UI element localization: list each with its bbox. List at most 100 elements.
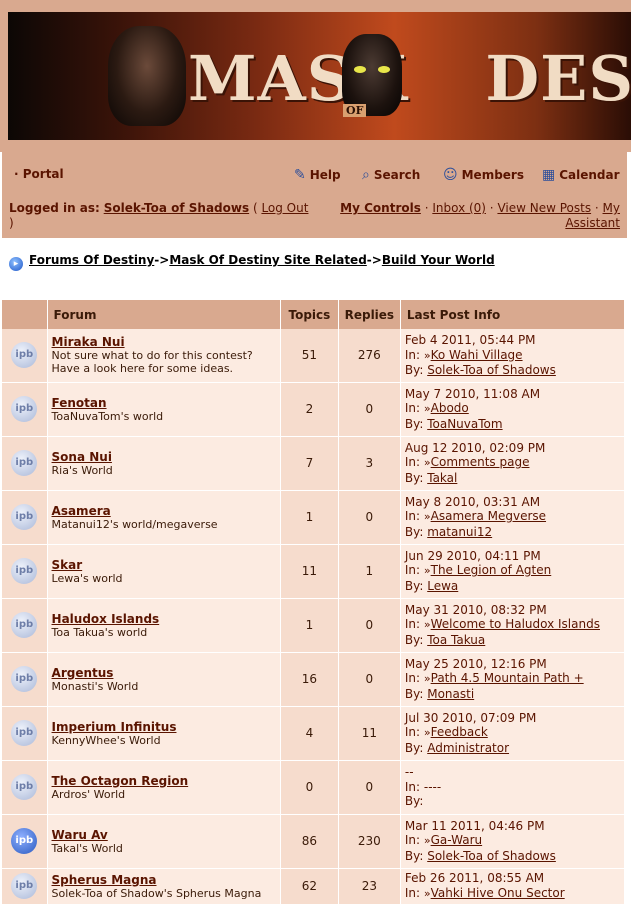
members-link[interactable]: ☺ Members <box>443 167 524 183</box>
last-post-author-link[interactable]: Toa Takua <box>427 633 485 647</box>
forum-new-posts-icon[interactable]: ipb <box>11 828 38 854</box>
forum-no-new-posts-icon[interactable]: ipb <box>11 396 38 422</box>
logged-in-info: Logged in as: Solek-Toa of Shadows ( Log… <box>9 201 309 230</box>
forum-topics-count: 7 <box>280 436 339 491</box>
last-post-author-link[interactable]: Solek-Toa of Shadows <box>427 849 556 863</box>
forum-name-link[interactable]: Sona Nui <box>48 450 280 464</box>
forum-no-new-posts-icon[interactable]: ipb <box>11 450 38 476</box>
last-post-topic-link[interactable]: Welcome to Haludox Islands <box>431 617 600 631</box>
last-post-topic-link[interactable]: Vahki Hive Onu Sector <box>431 886 565 900</box>
goto-last-post-icon[interactable]: » <box>424 402 431 415</box>
goto-last-post-icon[interactable]: » <box>424 726 431 739</box>
help-link[interactable]: ✎ Help <box>294 167 341 183</box>
forum-topics-count: 11 <box>280 544 339 599</box>
forum-replies-count: 3 <box>338 436 401 491</box>
last-post-by: By: <box>401 794 624 809</box>
last-post-in: In: »Abodo <box>401 401 624 417</box>
last-post-date: Jun 29 2010, 04:11 PM <box>404 548 541 563</box>
forum-last-post-cell: -- In: ---- By: <box>400 760 626 815</box>
last-post-date: May 25 2010, 12:16 PM <box>404 656 547 671</box>
forum-description: Toa Takua's world <box>51 625 148 639</box>
in-label: In: <box>404 885 421 900</box>
last-post-author-link[interactable]: Lewa <box>427 579 458 593</box>
forum-no-new-posts-icon[interactable]: ipb <box>11 774 38 800</box>
portal-link[interactable]: · Portal <box>14 167 64 181</box>
last-post-author-link[interactable]: ToaNuvaTom <box>427 417 502 431</box>
forum-no-new-posts-icon[interactable]: ipb <box>11 504 38 530</box>
forum-description: Matanui12's world/megaverse <box>51 517 218 531</box>
logout-link[interactable]: Log Out <box>261 201 308 215</box>
last-post-author-link[interactable]: Administrator <box>427 741 509 755</box>
forum-description: Lewa's world <box>51 571 123 585</box>
last-post-author-link[interactable]: matanui12 <box>427 525 492 539</box>
forum-name-link[interactable]: Fenotan <box>48 396 280 410</box>
last-post-topic-link[interactable]: Feedback <box>431 725 488 739</box>
breadcrumb-site-related[interactable]: Mask Of Destiny Site Related <box>169 253 366 267</box>
goto-last-post-icon[interactable]: » <box>424 510 431 523</box>
inbox-link[interactable]: Inbox (0) <box>432 201 486 215</box>
goto-last-post-icon[interactable]: » <box>424 887 431 900</box>
last-post-in: In: »Feedback <box>401 725 624 741</box>
goto-last-post-icon[interactable]: » <box>424 564 431 577</box>
help-icon: ✎ <box>294 167 306 183</box>
forum-topics-count: 4 <box>280 706 339 761</box>
banner-title-destiny: DESTINY <box>485 42 631 115</box>
goto-last-post-icon[interactable]: » <box>424 834 431 847</box>
forum-topics-count: 1 <box>280 490 339 545</box>
forum-name-link[interactable]: Asamera <box>48 504 280 518</box>
search-link[interactable]: ⌕ Search <box>362 167 420 183</box>
logged-in-label: Logged in as: <box>9 201 100 215</box>
forum-name-link[interactable]: Argentus <box>48 666 280 680</box>
breadcrumb-build-your-world[interactable]: Build Your World <box>382 253 495 267</box>
calendar-link[interactable]: ▦ Calendar <box>542 167 620 183</box>
forum-no-new-posts-icon[interactable]: ipb <box>11 720 38 746</box>
forum-name-link[interactable]: Miraka Nui <box>48 335 280 349</box>
forum-status-cell: ipb <box>2 652 48 707</box>
forum-name-link[interactable]: Spherus Magna <box>48 873 280 887</box>
forum-no-new-posts-icon[interactable]: ipb <box>11 342 38 369</box>
last-post-by: By: Monasti <box>401 687 624 702</box>
goto-last-post-icon[interactable]: » <box>424 618 431 631</box>
last-post-in: In: »Ko Wahi Village <box>401 348 624 364</box>
last-post-date: May 7 2010, 11:08 AM <box>404 386 541 401</box>
forum-last-post-cell: Feb 26 2011, 08:55 AM In: »Vahki Hive Onu… <box>400 868 626 905</box>
last-post-author-link[interactable]: Solek-Toa of Shadows <box>427 363 556 377</box>
forum-no-new-posts-icon[interactable]: ipb <box>11 873 38 899</box>
last-post-topic-link[interactable]: Abodo <box>431 401 469 415</box>
last-post-topic-link[interactable]: Comments page <box>431 455 530 469</box>
table-row: ipb Miraka Nui Not sure what to do for thi… <box>2 329 626 383</box>
forum-name-link[interactable]: Waru Av <box>48 828 280 842</box>
by-label: By: <box>404 632 424 647</box>
forum-description: Not sure what to do for this contest? Ha… <box>51 349 253 376</box>
goto-last-post-icon[interactable]: » <box>424 672 431 685</box>
last-post-topic-link[interactable]: Ga-Waru <box>431 833 483 847</box>
my-controls-link[interactable]: My Controls <box>340 201 421 215</box>
last-post-by: By: Administrator <box>401 741 624 756</box>
last-post-topic-link[interactable]: Path 4.5 Mountain Path + <box>431 671 584 685</box>
forum-name-link[interactable]: Skar <box>48 558 280 572</box>
goto-last-post-icon[interactable]: » <box>424 349 431 362</box>
forum-no-new-posts-icon[interactable]: ipb <box>11 558 38 584</box>
last-post-topic-link[interactable]: Ko Wahi Village <box>431 348 523 362</box>
goto-last-post-icon[interactable]: » <box>424 456 431 469</box>
username-link[interactable]: Solek-Toa of Shadows <box>104 201 249 215</box>
last-post-topic-link[interactable]: The Legion of Agten <box>431 563 552 577</box>
last-post-in: In: »Asamera Megverse <box>401 509 624 525</box>
last-post-in: In: »The Legion of Agten <box>401 563 624 579</box>
header-topics: Topics <box>280 300 339 329</box>
last-post-author-link[interactable]: Takal <box>427 471 457 485</box>
forum-topics-count: 16 <box>280 652 339 707</box>
forum-no-new-posts-icon[interactable]: ipb <box>11 612 38 638</box>
forum-name-link[interactable]: Imperium Infinitus <box>48 720 280 734</box>
view-new-posts-link[interactable]: View New Posts <box>497 201 591 215</box>
forum-name-link[interactable]: Haludox Islands <box>48 612 280 626</box>
forum-last-post-cell: Jul 30 2010, 07:09 PM In: »Feedback By: Ad… <box>400 706 626 761</box>
breadcrumb-forums-of-destiny[interactable]: Forums Of Destiny <box>29 253 154 267</box>
forum-status-cell: ipb <box>2 814 48 869</box>
forum-name-link[interactable]: The Octagon Region <box>48 774 280 788</box>
forum-no-new-posts-icon[interactable]: ipb <box>11 666 38 692</box>
site-banner[interactable]: MASKDESTINY OF <box>8 12 631 140</box>
forum-info-cell: The Octagon Region Ardros' World <box>47 760 282 815</box>
last-post-topic-link[interactable]: Asamera Megverse <box>431 509 546 523</box>
last-post-author-link[interactable]: Monasti <box>427 687 474 701</box>
